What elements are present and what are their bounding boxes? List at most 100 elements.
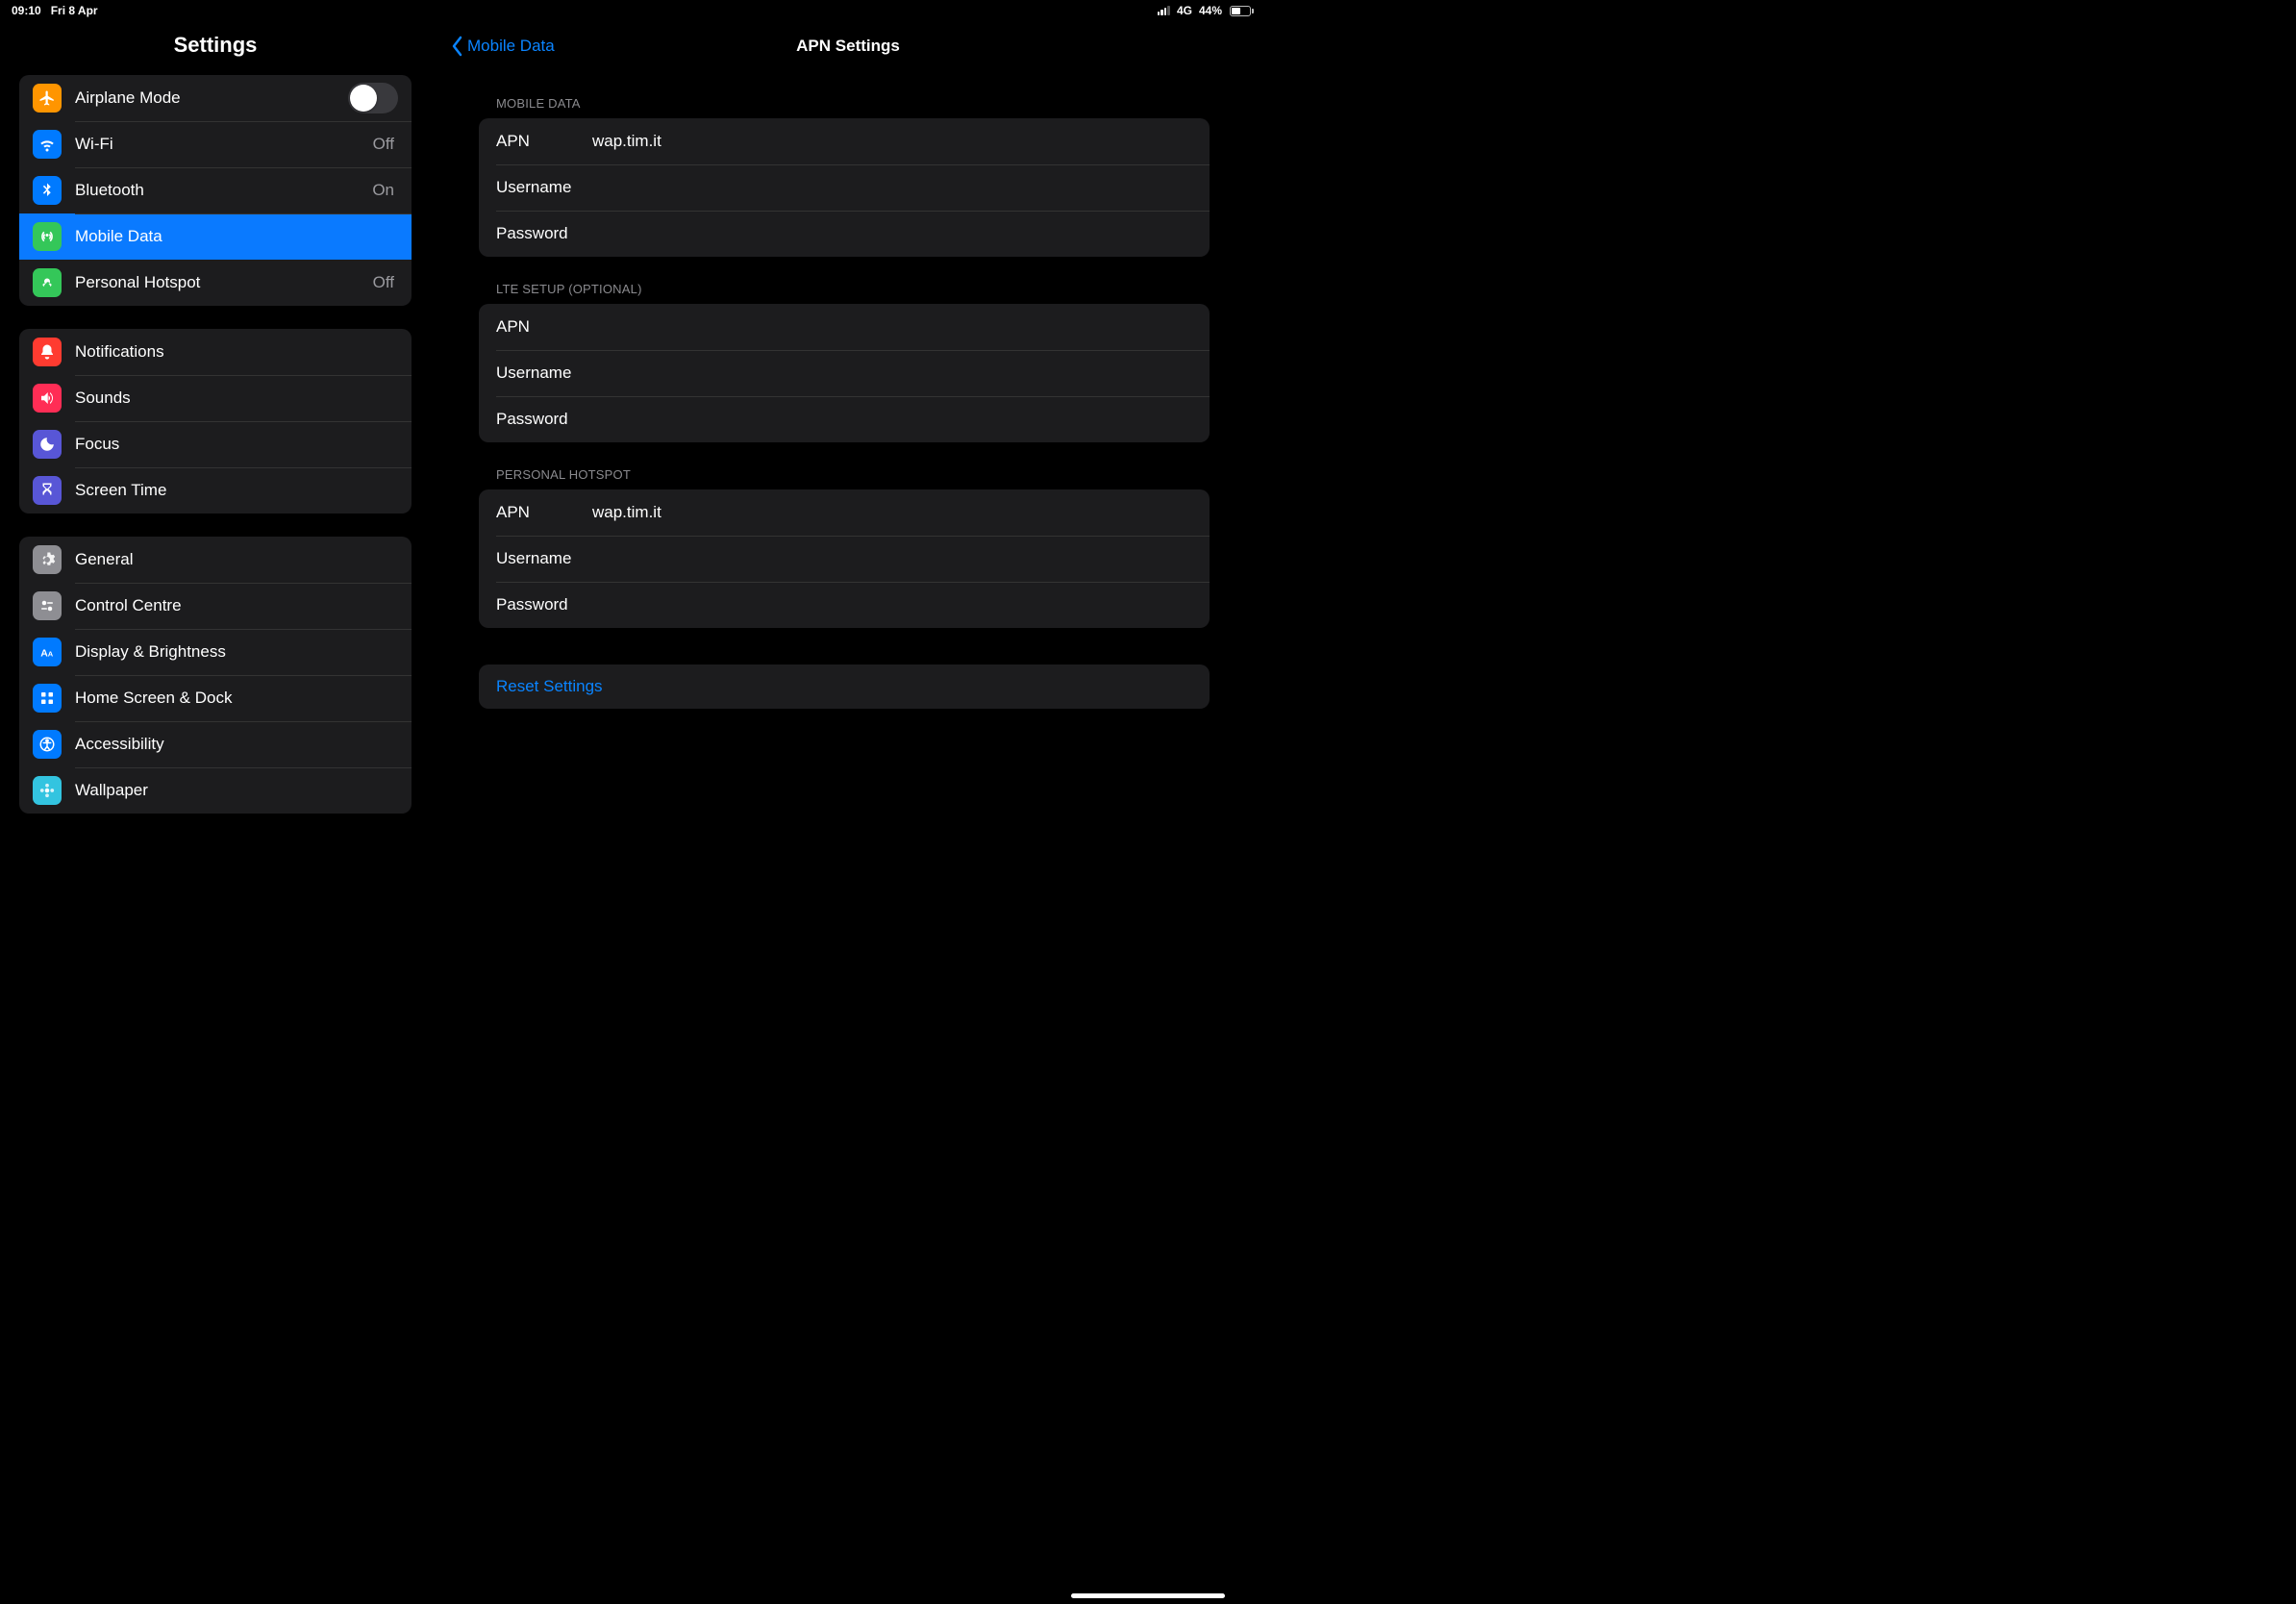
field-label: APN (496, 132, 592, 151)
sidebar-item-label: Sounds (75, 388, 398, 408)
gear-icon (33, 545, 62, 574)
field-mobile-data-username[interactable]: Username (479, 164, 1210, 211)
status-date: Fri 8 Apr (51, 4, 98, 17)
grid-icon (33, 684, 62, 713)
battery-icon (1230, 6, 1254, 16)
signal-icon (1158, 6, 1170, 15)
field-input[interactable] (592, 317, 1192, 337)
sidebar-title: Settings (0, 21, 431, 75)
field-label: Password (496, 410, 592, 429)
back-button[interactable]: Mobile Data (450, 36, 555, 57)
hotspot-icon (33, 268, 62, 297)
sidebar-item-mobile-data[interactable]: Mobile Data (19, 213, 412, 260)
field-label: APN (496, 503, 592, 522)
moon-icon (33, 430, 62, 459)
flower-icon (33, 776, 62, 805)
reset-settings-button[interactable]: Reset Settings (479, 664, 1210, 709)
field-lte-apn[interactable]: APN (479, 304, 1210, 350)
detail-pane: Mobile Data APN Settings MOBILE DATA APN… (431, 21, 1265, 883)
section-mobile-data: APN Username Password (479, 118, 1210, 257)
sidebar-item-value: On (372, 181, 394, 200)
antenna-icon (33, 222, 62, 251)
section-lte-setup: APN Username Password (479, 304, 1210, 442)
field-label: APN (496, 317, 592, 337)
sidebar-item-bluetooth[interactable]: Bluetooth On (19, 167, 412, 213)
bluetooth-icon (33, 176, 62, 205)
sidebar-item-label: Control Centre (75, 596, 398, 615)
reset-card: Reset Settings (479, 664, 1210, 709)
sidebar-item-accessibility[interactable]: Accessibility (19, 721, 412, 767)
field-mobile-data-apn[interactable]: APN (479, 118, 1210, 164)
detail-navbar: Mobile Data APN Settings (431, 21, 1265, 71)
sidebar-item-screen-time[interactable]: Screen Time (19, 467, 412, 514)
sidebar-item-label: Notifications (75, 342, 398, 362)
sliders-icon (33, 591, 62, 620)
sidebar-item-control-centre[interactable]: Control Centre (19, 583, 412, 629)
speaker-icon (33, 384, 62, 413)
sidebar-item-label: Display & Brightness (75, 642, 398, 662)
section-header-personal-hotspot: PERSONAL HOTSPOT (479, 442, 1210, 489)
field-input[interactable] (592, 595, 1192, 614)
status-network: 4G (1177, 4, 1192, 17)
sidebar-group-connectivity: Airplane Mode Wi-Fi Off Bluetooth On Mob… (19, 75, 412, 306)
sidebar-item-label: Personal Hotspot (75, 273, 373, 292)
sidebar-item-value: Off (373, 135, 394, 154)
sidebar-item-notifications[interactable]: Notifications (19, 329, 412, 375)
status-battery-pct: 44% (1199, 4, 1222, 17)
field-mobile-data-password[interactable]: Password (479, 211, 1210, 257)
field-input[interactable] (592, 363, 1192, 383)
sidebar-group-attention: Notifications Sounds Focus Screen Time (19, 329, 412, 514)
field-hotspot-apn[interactable]: APN (479, 489, 1210, 536)
field-label: Username (496, 363, 592, 383)
sidebar-item-focus[interactable]: Focus (19, 421, 412, 467)
status-time: 09:10 (12, 4, 41, 17)
field-hotspot-username[interactable]: Username (479, 536, 1210, 582)
sidebar-item-personal-hotspot[interactable]: Personal Hotspot Off (19, 260, 412, 306)
field-lte-password[interactable]: Password (479, 396, 1210, 442)
home-indicator[interactable] (1071, 1593, 1225, 1598)
section-header-lte-setup: LTE SETUP (OPTIONAL) (479, 257, 1210, 304)
sidebar-item-label: Mobile Data (75, 227, 398, 246)
sidebar-item-home-screen-dock[interactable]: Home Screen & Dock (19, 675, 412, 721)
sidebar-item-label: General (75, 550, 398, 569)
sidebar-item-display-brightness[interactable]: AA Display & Brightness (19, 629, 412, 675)
airplane-toggle[interactable] (348, 83, 398, 113)
sidebar-item-airplane-mode[interactable]: Airplane Mode (19, 75, 412, 121)
chevron-left-icon (450, 36, 463, 57)
airplane-icon (33, 84, 62, 113)
sidebar-item-label: Screen Time (75, 481, 398, 500)
section-header-mobile-data: MOBILE DATA (479, 71, 1210, 118)
field-input[interactable] (592, 503, 1192, 522)
field-input[interactable] (592, 178, 1192, 197)
field-hotspot-password[interactable]: Password (479, 582, 1210, 628)
field-input[interactable] (592, 132, 1192, 151)
text-size-icon: AA (33, 638, 62, 666)
bell-icon (33, 338, 62, 366)
svg-text:A: A (48, 650, 54, 659)
sidebar-item-sounds[interactable]: Sounds (19, 375, 412, 421)
sidebar-item-label: Bluetooth (75, 181, 372, 200)
wifi-icon (33, 130, 62, 159)
sidebar-item-label: Home Screen & Dock (75, 689, 398, 708)
settings-sidebar[interactable]: Settings Airplane Mode Wi-Fi Off Bluetoo… (0, 21, 431, 883)
detail-title: APN Settings (431, 37, 1265, 56)
field-lte-username[interactable]: Username (479, 350, 1210, 396)
sidebar-item-label: Airplane Mode (75, 88, 348, 108)
field-label: Username (496, 549, 592, 568)
sidebar-group-general: General Control Centre AA Display & Brig… (19, 537, 412, 814)
sidebar-item-value: Off (373, 273, 394, 292)
hourglass-icon (33, 476, 62, 505)
field-input[interactable] (592, 224, 1192, 243)
sidebar-item-label: Wi-Fi (75, 135, 373, 154)
sidebar-item-wifi[interactable]: Wi-Fi Off (19, 121, 412, 167)
sidebar-item-label: Focus (75, 435, 398, 454)
field-input[interactable] (592, 549, 1192, 568)
back-label: Mobile Data (467, 37, 555, 56)
sidebar-item-label: Accessibility (75, 735, 398, 754)
status-bar: 09:10 Fri 8 Apr 4G 44% (0, 0, 1265, 21)
sidebar-item-general[interactable]: General (19, 537, 412, 583)
accessibility-icon (33, 730, 62, 759)
field-label: Password (496, 224, 592, 243)
field-input[interactable] (592, 410, 1192, 429)
sidebar-item-wallpaper[interactable]: Wallpaper (19, 767, 412, 814)
